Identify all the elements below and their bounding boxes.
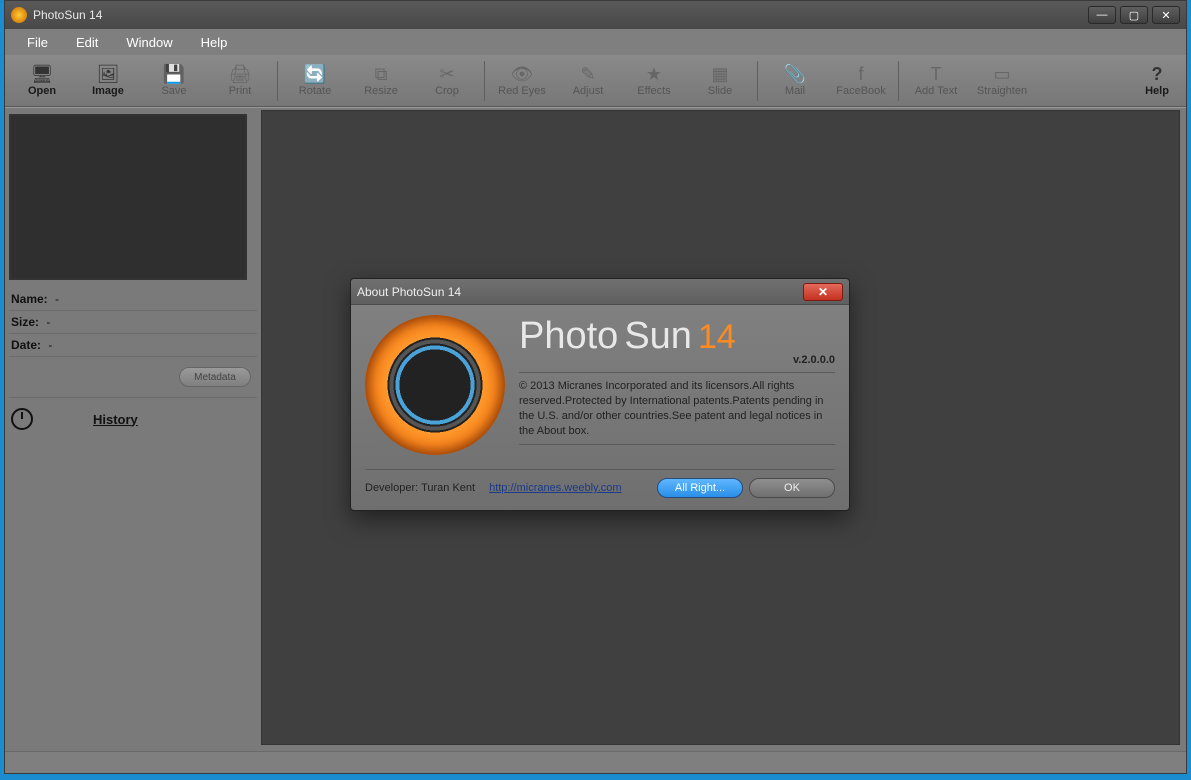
history-link[interactable]: History xyxy=(93,412,138,427)
tool-open[interactable]: 🖥Open xyxy=(9,57,75,105)
meta-name: Name: - xyxy=(9,288,257,311)
menu-window[interactable]: Window xyxy=(112,31,186,54)
crop-icon: ✂ xyxy=(439,64,454,85)
tool-save: 💾Save xyxy=(141,57,207,105)
tool-help-label: Help xyxy=(1145,85,1169,97)
ok-button[interactable]: OK xyxy=(749,478,835,498)
save-icon: 💾 xyxy=(163,64,185,85)
titlebar: PhotoSun 14 — ▢ ✕ xyxy=(5,1,1186,29)
resize-icon: ⧉ xyxy=(375,64,388,85)
copyright-text: © 2013 Micranes Incorporated and its lic… xyxy=(519,379,835,438)
facebook-icon: f xyxy=(858,64,863,85)
tool-facebook: fFaceBook xyxy=(828,57,894,105)
status-bar xyxy=(5,751,1186,773)
website-link[interactable]: http://micranes.weebly.com xyxy=(489,482,621,494)
product-name: PhotoSun 14 xyxy=(519,315,835,358)
tool-help[interactable]: ? Help xyxy=(1132,57,1182,105)
tool-slide: ▦Slide xyxy=(687,57,753,105)
tool-adjust: ✎Adjust xyxy=(555,57,621,105)
history-row: History xyxy=(9,398,257,440)
tool-crop: ✂Crop xyxy=(414,57,480,105)
add-text-icon: T xyxy=(931,64,942,85)
toolbar: 🖥Open🖼Image💾Save🖨Print🔄Rotate⧉Resize✂Cro… xyxy=(5,55,1186,107)
all-right-button[interactable]: All Right... xyxy=(657,478,743,498)
meta-size: Size: - xyxy=(9,311,257,334)
tool-image[interactable]: 🖼Image xyxy=(75,57,141,105)
tool-add-text: TAdd Text xyxy=(903,57,969,105)
adjust-icon: ✎ xyxy=(580,64,595,85)
red-eyes-icon: 👁 xyxy=(511,64,534,85)
image-icon: 🖼 xyxy=(97,64,120,85)
help-icon: ? xyxy=(1152,64,1163,85)
menubar: File Edit Window Help xyxy=(5,29,1186,55)
about-dialog: About PhotoSun 14 ✕ PhotoSun 14 v.2.0.0.… xyxy=(350,278,850,511)
app-title: PhotoSun 14 xyxy=(33,8,102,22)
app-icon xyxy=(11,7,27,23)
meta-date: Date: - xyxy=(9,334,257,357)
rotate-icon: 🔄 xyxy=(304,64,326,85)
close-button[interactable]: ✕ xyxy=(1152,6,1180,24)
metadata-button[interactable]: Metadata xyxy=(179,367,251,387)
tool-mail: 📎Mail xyxy=(762,57,828,105)
straighten-icon: ▭ xyxy=(993,64,1010,85)
menu-edit[interactable]: Edit xyxy=(62,31,112,54)
slide-icon: ▦ xyxy=(711,64,728,85)
minimize-button[interactable]: — xyxy=(1088,6,1116,24)
history-icon xyxy=(11,408,33,430)
tool-print: 🖨Print xyxy=(207,57,273,105)
product-logo xyxy=(365,315,505,455)
open-icon: 🖥 xyxy=(31,64,54,85)
tool-rotate: 🔄Rotate xyxy=(282,57,348,105)
developer-label: Developer: Turan Kent xyxy=(365,482,475,494)
sidebar: Name: - Size: - Date: - Metadata History xyxy=(5,108,261,751)
mail-icon: 📎 xyxy=(784,64,806,85)
dialog-title: About PhotoSun 14 xyxy=(357,285,461,299)
effects-icon: ★ xyxy=(646,64,662,85)
tool-straighten: ▭Straighten xyxy=(969,57,1035,105)
dialog-close-button[interactable]: ✕ xyxy=(803,283,843,301)
tool-effects: ★Effects xyxy=(621,57,687,105)
thumbnail-preview xyxy=(9,114,247,280)
maximize-button[interactable]: ▢ xyxy=(1120,6,1148,24)
tool-resize: ⧉Resize xyxy=(348,57,414,105)
menu-help[interactable]: Help xyxy=(187,31,242,54)
dialog-titlebar: About PhotoSun 14 ✕ xyxy=(351,279,849,305)
menu-file[interactable]: File xyxy=(13,31,62,54)
print-icon: 🖨 xyxy=(229,64,252,85)
tool-red-eyes: 👁Red Eyes xyxy=(489,57,555,105)
